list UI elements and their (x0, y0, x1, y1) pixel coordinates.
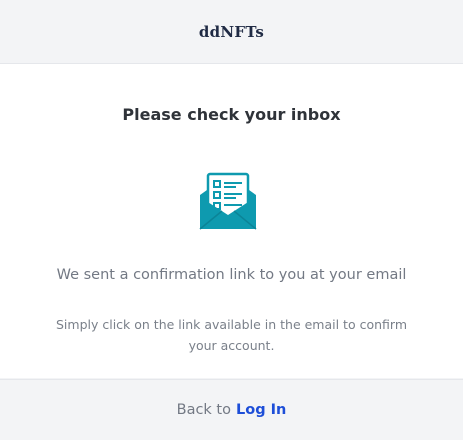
envelope-letter-icon (199, 172, 257, 230)
header: ddNFTs (0, 0, 463, 64)
page-title: Please check your inbox (122, 105, 341, 124)
brand-logo[interactable]: ddNFTs (199, 23, 264, 41)
back-to-label: Back to (176, 402, 231, 418)
confirmation-message: We sent a confirmation link to you at yo… (56, 267, 407, 283)
footer: Back to Log In (0, 379, 463, 440)
confirmation-card: Please check your inbox We sent a confir… (0, 64, 463, 378)
login-link[interactable]: Log In (236, 402, 286, 418)
confirmation-description: Simply click on the link available in th… (55, 317, 407, 353)
